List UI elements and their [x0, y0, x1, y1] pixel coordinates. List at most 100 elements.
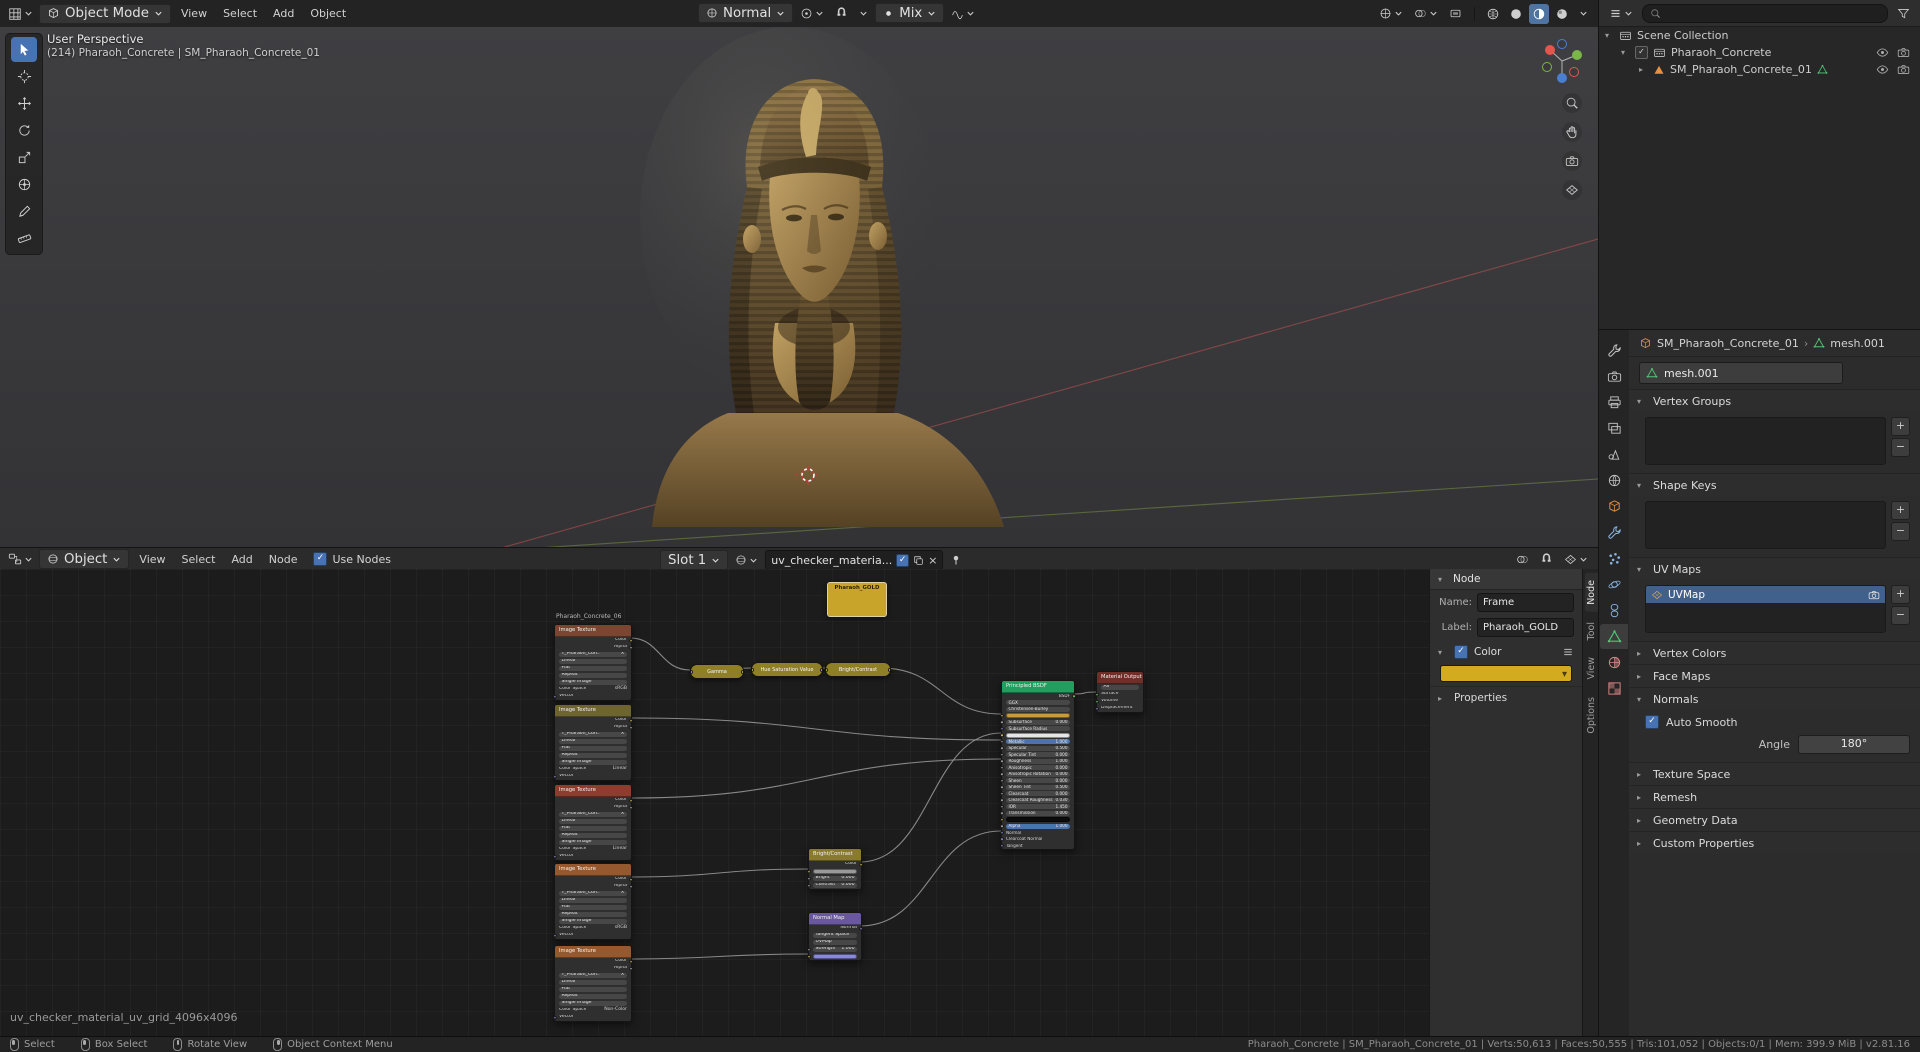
node-row-color-space[interactable]: Color Space Linear [555, 766, 631, 773]
node-row-single-image[interactable]: Single Image [555, 918, 631, 925]
node-normal-map[interactable]: Normal Map Normal Tangent Space UVMap Streng… [807, 912, 863, 961]
properties-tab-object-data[interactable] [1600, 624, 1628, 649]
node-row-vector[interactable]: Vector [553, 853, 631, 860]
node-row-color[interactable]: Color [555, 797, 633, 804]
browse-material-button[interactable] [731, 550, 762, 570]
node-row-color-space[interactable]: Color Space sRGB [555, 686, 631, 693]
node-header[interactable]: Normal Map [809, 913, 861, 925]
node-header[interactable]: Principled BSDF [1002, 681, 1074, 693]
node-collapsed-gamma[interactable]: Gamma [690, 664, 744, 679]
node-bright-contrast[interactable]: Bright/Contrast Color Bright 0.000 Contrast 0… [807, 848, 863, 890]
expand-arrow-icon[interactable]: ▸ [1639, 65, 1648, 74]
properties-tab-world[interactable] [1600, 468, 1628, 493]
node-editor-type-button[interactable] [4, 549, 37, 569]
outliner-search-input[interactable] [1642, 3, 1888, 23]
node-editor[interactable]: Pharaoh_GOLD Pharaoh_Concrete_06 Gamma Hue … [0, 569, 1582, 1036]
node-row-single-image[interactable]: Single Image [555, 759, 631, 766]
panel-header-geometry-data[interactable]: ▸ Geometry Data [1629, 809, 1920, 831]
navigation-gizmo[interactable] [1536, 35, 1588, 87]
panel-header-face-maps[interactable]: ▸ Face Maps [1629, 665, 1920, 687]
shading-solid-button[interactable] [1506, 4, 1526, 24]
uvmap-row[interactable]: UVMap [1646, 586, 1885, 603]
tool-select-box[interactable] [11, 37, 37, 62]
node-row-color[interactable]: Color [555, 958, 633, 965]
outliner-display-mode-dropdown[interactable] [1605, 3, 1637, 23]
node-image-texture-2[interactable]: Image Texture Color Alpha T_Pharaoh_Con.. × L… [553, 704, 633, 781]
outliner-filter-button[interactable] [1893, 3, 1914, 23]
panel-header-uv-maps[interactable]: ▾ UV Maps [1629, 558, 1920, 580]
axis-y-neg-ball[interactable] [1542, 62, 1552, 72]
node-collapsed-bright-contrast[interactable]: Bright/Contrast [825, 662, 891, 677]
node-header[interactable]: Image Texture [555, 625, 631, 637]
node-snap-button[interactable] [1536, 549, 1557, 569]
node-row-t-pharaoh-con-[interactable]: T_Pharaoh_Con.. × [555, 731, 631, 738]
node-row-t-pharaoh-con-[interactable]: T_Pharaoh_Con.. × [555, 811, 631, 818]
shading-material-button[interactable] [1529, 3, 1549, 24]
camera-view-button[interactable] [1562, 151, 1582, 171]
node-row-bright[interactable]: Bright 0.000 [807, 875, 861, 882]
properties-tab-tool[interactable] [1600, 338, 1628, 363]
copy-icon[interactable] [913, 555, 924, 566]
node-row-contrast[interactable]: Contrast 0.000 [807, 882, 861, 889]
node-row-linear[interactable]: Linear [555, 897, 631, 904]
menu-add[interactable]: Add [265, 0, 302, 27]
node-row-color[interactable]: Color [555, 717, 633, 724]
expand-arrow-icon[interactable]: ▾ [1605, 31, 1614, 40]
snap-toggle[interactable] [831, 3, 852, 23]
node-name-field[interactable]: Frame [1477, 593, 1574, 612]
node-frame-pharaoh-gold[interactable]: Pharaoh_GOLD [827, 582, 887, 617]
pan-button[interactable] [1562, 122, 1582, 142]
panel-header-vertex-groups[interactable]: ▾ Vertex Groups [1629, 390, 1920, 412]
eye-icon[interactable] [1876, 46, 1889, 59]
panel-header-normals[interactable]: ▾ Normals [1629, 688, 1920, 710]
node-row-alpha[interactable]: Alpha [555, 644, 633, 651]
sidebar-tab-node[interactable]: Node [1584, 573, 1598, 612]
properties-tab-constraints[interactable] [1600, 598, 1628, 623]
slot-dropdown[interactable]: Slot 1 [660, 550, 729, 570]
properties-tab-physics[interactable] [1600, 572, 1628, 597]
node-overlay-button[interactable] [1512, 549, 1533, 569]
node-menu-add[interactable]: Add [223, 548, 260, 570]
node-row-t-pharaoh-con-[interactable]: T_Pharaoh_Con.. × [555, 890, 631, 897]
node-menu-select[interactable]: Select [174, 548, 224, 570]
node-row-t-pharaoh-con-[interactable]: T_Pharaoh_Con.. × [555, 651, 631, 658]
node-image-texture-3[interactable]: Image Texture Color Alpha T_Pharaoh_Con.. × L… [553, 784, 633, 861]
node-row-strength[interactable]: Strength 1.000 [807, 946, 861, 953]
node-row-color[interactable]: Color [555, 637, 633, 644]
properties-tab-scene[interactable] [1600, 442, 1628, 467]
node-row-single-image[interactable]: Single Image [555, 839, 631, 846]
node-menu-node[interactable]: Node [261, 548, 306, 570]
uv-maps-add-button[interactable]: + [1891, 585, 1910, 604]
panel-header-shape-keys[interactable]: ▾ Shape Keys [1629, 474, 1920, 496]
node-row-surface[interactable]: Surface [1095, 691, 1143, 698]
properties-tab-material[interactable] [1600, 650, 1628, 675]
node-row-vector[interactable]: Vector [553, 693, 631, 700]
breadcrumb-object[interactable]: SM_Pharaoh_Concrete_01 [1657, 337, 1799, 350]
node-header[interactable]: Image Texture [555, 864, 631, 876]
auto-smooth-row[interactable]: ✓ Auto Smooth [1645, 715, 1910, 729]
menu-object[interactable]: Object [302, 0, 354, 27]
node-label-field[interactable]: Pharaoh_GOLD [1477, 618, 1574, 637]
node-row-alpha[interactable]: Alpha [555, 724, 633, 731]
node-row-linear[interactable]: Linear [555, 658, 631, 665]
shading-rendered-button[interactable] [1552, 4, 1572, 24]
node-row-tangent[interactable]: Tangent [1000, 843, 1074, 850]
tool-rotate[interactable] [11, 118, 37, 143]
node-header[interactable]: Material Output [1097, 672, 1143, 684]
node-row-single-image[interactable]: Single Image [555, 1000, 631, 1007]
vertex-groups-add-button[interactable]: + [1891, 417, 1910, 436]
vertex-groups-remove-button[interactable]: − [1891, 438, 1910, 457]
shape-keys-add-button[interactable]: + [1891, 501, 1910, 520]
viewport-3d[interactable]: User Perspective (214) Pharaoh_Concrete … [0, 27, 1598, 547]
node-row-repeat[interactable]: Repeat [555, 832, 631, 839]
eye-icon[interactable] [1876, 63, 1889, 76]
zoom-button[interactable] [1562, 93, 1582, 113]
uv-maps-list[interactable]: UVMap [1645, 585, 1886, 633]
node-row-flat[interactable]: Flat [555, 745, 631, 752]
render-camera-icon[interactable] [1897, 46, 1910, 59]
sidebar-tab-view[interactable]: View [1585, 650, 1598, 687]
sidebar-tab-tool[interactable]: Tool [1585, 615, 1598, 647]
node-row-flat[interactable]: Flat [555, 825, 631, 832]
node-row-repeat[interactable]: Repeat [555, 752, 631, 759]
panel-header-custom-properties[interactable]: ▸ Custom Properties [1629, 832, 1920, 854]
